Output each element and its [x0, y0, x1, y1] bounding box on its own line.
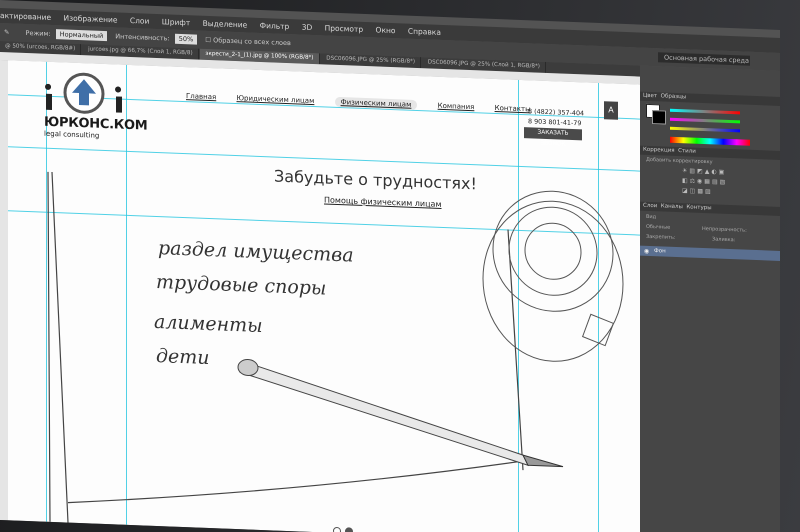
- site-nav: Главная Юридическим лицам Физическим лиц…: [186, 91, 549, 117]
- all-layers-label: Образец со всех слоев: [213, 36, 291, 48]
- ruler-left: [0, 60, 8, 521]
- background-color-swatch[interactable]: [652, 110, 666, 125]
- slider-dot-active[interactable]: [345, 527, 353, 532]
- callback-button[interactable]: ЗАКАЗАТЬ ЗВОНОК: [524, 127, 582, 148]
- workspace-select[interactable]: Основная рабочая среда: [658, 52, 750, 66]
- blend-mode-select[interactable]: Обычные: [646, 224, 670, 231]
- guide-line: [518, 79, 519, 532]
- tab-color[interactable]: Цвет: [643, 93, 657, 100]
- guide-line: [126, 64, 127, 525]
- logo-emblem-icon[interactable]: [42, 68, 126, 117]
- blue-slider[interactable]: [670, 126, 740, 133]
- tab-layers[interactable]: Слои: [643, 203, 657, 210]
- layer-row[interactable]: Фон: [640, 245, 780, 261]
- green-slider[interactable]: [670, 117, 740, 124]
- opacity-label: Непрозрачность:: [702, 225, 747, 234]
- menu-help[interactable]: Справка: [408, 27, 441, 37]
- mode-select[interactable]: Нормальный: [55, 29, 108, 42]
- nav-individuals[interactable]: Физическим лицам: [334, 96, 418, 111]
- menu-filter[interactable]: Фильтр: [260, 21, 290, 31]
- add-adjustment-label: Добавить корректировку: [646, 156, 713, 166]
- brush-tool-icon[interactable]: ✎: [4, 28, 9, 36]
- menu-layers[interactable]: Слои: [130, 16, 150, 26]
- page-headline: Забудьте о трудностях!: [274, 166, 477, 194]
- ps-right-panels: Цвет Образцы Коррекция Стили Добавить ко…: [640, 65, 780, 532]
- intensity-field[interactable]: 50%: [174, 33, 198, 45]
- lock-label: Закрепить:: [646, 233, 676, 241]
- nav-contacts[interactable]: Контакты: [495, 104, 531, 113]
- layer-filter-label[interactable]: Вид: [646, 214, 656, 220]
- contact-phones: 8 (4822) 357-404 8 903 801-41-79: [528, 106, 584, 128]
- slider-dots: [333, 520, 357, 532]
- menu-window[interactable]: Окно: [376, 25, 396, 35]
- tab-adjustments[interactable]: Коррекция: [643, 147, 675, 154]
- slider-dot[interactable]: [333, 526, 341, 532]
- intensity-label: Интенсивность:: [115, 32, 170, 43]
- document-canvas[interactable]: ЮРКОНС.КОМ legal consulting Главная Юрид…: [8, 60, 640, 532]
- menu-3d[interactable]: 3D: [302, 23, 313, 32]
- mode-label: Режим:: [25, 28, 51, 38]
- tab-styles[interactable]: Стили: [678, 148, 696, 155]
- fill-label: Заливка:: [712, 236, 736, 244]
- adjustment-icons[interactable]: ◪◫▩▨: [682, 187, 713, 195]
- menu-edit[interactable]: актирование: [0, 11, 51, 22]
- nav-home[interactable]: Главная: [186, 92, 216, 101]
- menu-image[interactable]: Изображение: [64, 13, 118, 24]
- guide-line: [8, 210, 640, 236]
- individuals-help-link[interactable]: Помощь физическим лицам: [324, 195, 441, 209]
- all-layers-checkbox[interactable]: ☐: [205, 36, 211, 44]
- tab-channels[interactable]: Каналы: [661, 203, 683, 210]
- layer-name: Фон: [654, 248, 666, 255]
- eye-icon[interactable]: ◉: [644, 248, 649, 255]
- guide-line: [598, 82, 599, 532]
- layers-panel-header[interactable]: Слои Каналы Контуры: [640, 201, 780, 216]
- adjustment-icons[interactable]: ☀▥◩▲◐▣: [682, 167, 726, 176]
- tab-swatches[interactable]: Образцы: [661, 93, 687, 100]
- color-panel-header[interactable]: Цвет Образцы: [640, 91, 780, 106]
- photo-scene: актирование Изображение Слои Шрифт Выдел…: [0, 0, 800, 532]
- social-icon[interactable]: A: [604, 101, 618, 120]
- menu-select[interactable]: Выделение: [203, 19, 248, 30]
- red-slider[interactable]: [670, 108, 740, 115]
- menu-type[interactable]: Шрифт: [162, 17, 190, 27]
- nav-legal-entities[interactable]: Юридическим лицам: [236, 94, 314, 105]
- tab-paths[interactable]: Контуры: [686, 204, 711, 211]
- nav-company[interactable]: Компания: [438, 102, 475, 111]
- logo-subtitle: legal consulting: [44, 129, 100, 140]
- adjustment-icons[interactable]: ◧⚖◉▦▤▧: [682, 177, 727, 186]
- menu-view[interactable]: Просмотр: [325, 23, 364, 33]
- monitor-screen: актирование Изображение Слои Шрифт Выдел…: [0, 0, 780, 532]
- color-spectrum[interactable]: [670, 136, 750, 146]
